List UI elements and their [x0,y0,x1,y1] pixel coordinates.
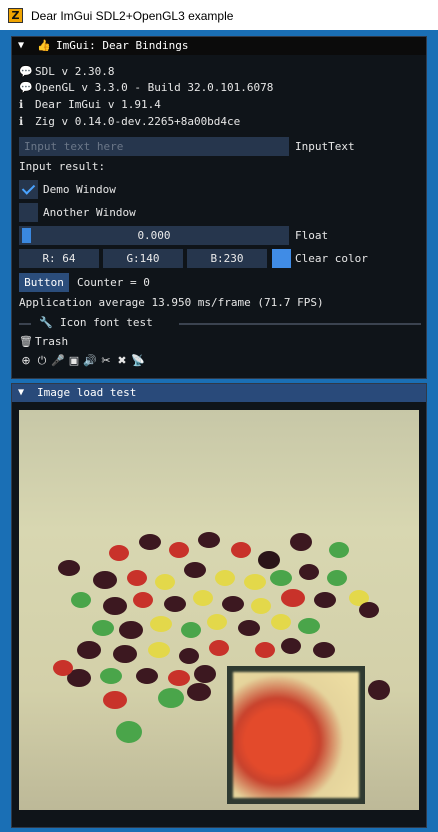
info-icon: ℹ [19,98,24,111]
info-line-sdl: 💬 SDL v 2.30.8 [19,65,115,78]
separator-line-left [19,323,31,325]
os-window-title: Dear ImGui SDL2+OpenGL3 example [31,9,234,23]
window-title: ImGui: Dear Bindings [56,39,189,52]
icon-font-separator: 🔧 Icon font test [12,314,426,334]
power-icon: ⏻ [37,354,47,367]
collapse-arrow-icon[interactable]: ▼ [18,384,24,402]
comment-icon: 💬 [19,81,33,94]
another-window-checkbox[interactable] [19,203,38,222]
dear-bindings-window: ▼ 👍 ImGui: Dear Bindings 💬 SDL v 2.30.8 💬… [11,36,427,379]
loaded-image [19,410,419,810]
comment-icon: 💬 [19,65,33,78]
search-plus-icon: ⊕ [21,354,31,367]
info-line-zig: ℹ Zig v 0.14.0-dev.2265+8a00bd4ce [19,115,241,128]
button[interactable]: Button [19,273,69,292]
info-line-opengl: 💬 OpenGL v 3.3.0 - Build 32.0.101.6078 [19,81,274,94]
float-label: Float [295,229,329,242]
icon-font-title: Icon font test [60,316,153,329]
volume-icon: 🔊 [83,354,97,367]
color-swatch[interactable] [272,249,291,268]
perf-text: Application average 13.950 ms/frame (71.… [19,296,324,309]
color-r-field[interactable]: R: 64 [19,249,99,268]
info-line-imgui: ℹ Dear ImGui v 1.91.4 [19,98,161,111]
trash-icon: 🗑 [19,335,33,348]
float-value: 0.000 [137,229,171,242]
window-titlebar[interactable]: ▼ 👍 ImGui: Dear Bindings [12,37,426,55]
collapse-arrow-icon[interactable]: ▼ [18,37,24,55]
input-label: InputText [295,140,355,153]
text-input[interactable]: Input text here [19,137,289,156]
zoom-tooltip [227,666,365,804]
window-title: Image load test [37,386,137,399]
color-b-field[interactable]: B:230 [187,249,267,268]
microchip-icon: ▣ [68,354,80,367]
trash-line: 🗑 Trash [19,335,69,348]
satellite-dish-icon: 📡 [131,354,145,367]
demo-window-label[interactable]: Demo Window [43,180,116,199]
scissors-icon: ✂ [101,354,111,367]
counter-text: Counter = 0 [77,276,150,289]
separator-line-right [179,323,421,325]
info-icon: ℹ [19,115,24,128]
icon-row: ⊕ ⏻ 🎤 ▣ 🔊 ✂ ✖ 📡 [19,353,147,369]
float-slider[interactable]: 0.000 [19,226,289,245]
wrench-icon: 🔧 [39,316,53,329]
color-g-field[interactable]: G:140 [103,249,183,268]
os-titlebar: Z Dear ImGui SDL2+OpenGL3 example [0,0,438,30]
slider-grab[interactable] [22,228,31,243]
microphone-icon: 🎤 [51,354,65,367]
app-icon: Z [8,8,23,23]
input-result-label: Input result: [19,160,106,173]
tools-icon: ✖ [117,354,127,367]
thumbs-up-icon: 👍 [37,39,51,52]
another-window-label[interactable]: Another Window [43,203,136,222]
demo-window-checkbox[interactable] [19,180,38,199]
window-titlebar[interactable]: ▼ Image load test [12,384,426,402]
zoomed-region [233,672,359,798]
image-load-test-window: ▼ Image load test [11,383,427,828]
clear-color-label: Clear color [295,252,368,265]
